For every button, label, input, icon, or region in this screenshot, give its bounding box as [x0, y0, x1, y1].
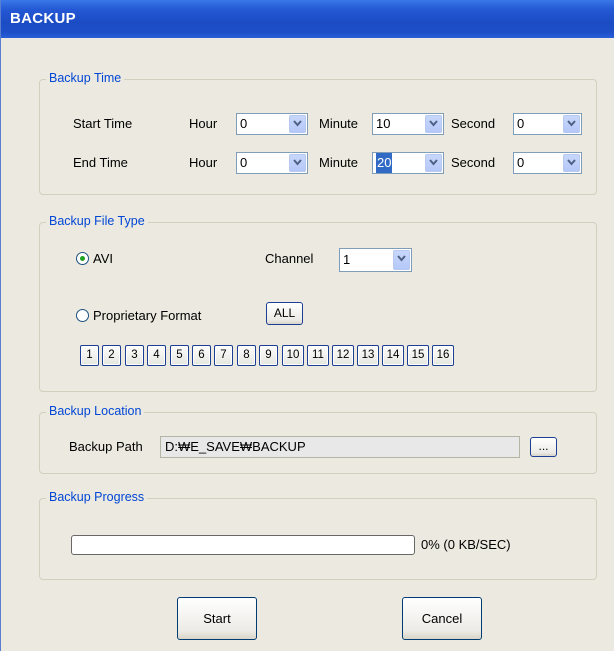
cancel-button-label: Cancel [421, 611, 463, 626]
channel-button-14[interactable]: 14 [382, 345, 404, 366]
channel-button-5[interactable]: 5 [170, 345, 189, 366]
start-button-label: Start [203, 611, 231, 626]
backup-path-field[interactable]: D:₩E_SAVE₩BACKUP [160, 436, 520, 458]
proprietary-label[interactable]: Proprietary Format [93, 307, 201, 325]
channel-value: 1 [343, 252, 351, 267]
proprietary-radio[interactable] [76, 309, 89, 322]
channel-button-8[interactable]: 8 [237, 345, 256, 366]
channel-button-1[interactable]: 1 [80, 345, 99, 366]
all-channels-button[interactable]: ALL [266, 302, 303, 325]
backup-progress-bar [71, 535, 415, 555]
avi-radio[interactable] [76, 252, 89, 265]
backup-location-legend: Backup Location [46, 404, 145, 418]
browse-button[interactable]: ... [530, 437, 557, 457]
end-time-label: End Time [73, 155, 128, 170]
file-type-legend: Backup File Type [46, 214, 148, 228]
chevron-down-icon[interactable] [563, 154, 580, 172]
chevron-down-icon[interactable] [425, 115, 442, 133]
channel-button-12[interactable]: 12 [332, 345, 354, 366]
channel-button-2[interactable]: 2 [102, 345, 121, 366]
chevron-down-icon[interactable] [393, 250, 410, 270]
channel-button-4[interactable]: 4 [147, 345, 166, 366]
start-second-select[interactable]: 0 [513, 113, 582, 135]
start-second-value: 0 [517, 116, 525, 131]
end-minute-select[interactable]: 20 [372, 152, 444, 174]
channel-select[interactable]: 1 [339, 248, 412, 272]
start-minute-value: 10 [376, 116, 391, 131]
chevron-down-icon[interactable] [289, 115, 306, 133]
channel-button-6[interactable]: 6 [192, 345, 211, 366]
all-button-label: ALL [273, 306, 296, 320]
backup-dialog: BACKUP Backup Time Start Time Hour 0 Min… [0, 0, 614, 651]
start-button[interactable]: Start [177, 597, 257, 640]
start-time-label: Start Time [73, 116, 133, 131]
channel-button-10[interactable]: 10 [282, 345, 304, 366]
start-minute-select[interactable]: 10 [372, 113, 444, 135]
end-second-value: 0 [517, 155, 525, 170]
channel-label: Channel [265, 251, 314, 266]
end-hour-value: 0 [240, 155, 248, 170]
avi-label[interactable]: AVI [93, 250, 113, 268]
channel-button-3[interactable]: 3 [125, 345, 144, 366]
channel-button-11[interactable]: 11 [307, 345, 329, 366]
start-hour-value: 0 [240, 116, 248, 131]
end-second-label: Second [451, 155, 496, 170]
cancel-button[interactable]: Cancel [402, 597, 482, 640]
backup-progress-legend: Backup Progress [46, 490, 148, 504]
channel-button-16[interactable]: 16 [432, 345, 454, 366]
chevron-down-icon[interactable] [563, 115, 580, 133]
start-hour-label: Hour [189, 116, 218, 131]
channel-button-15[interactable]: 15 [407, 345, 429, 366]
start-minute-label: Minute [319, 116, 359, 131]
backup-path-value: D:₩E_SAVE₩BACKUP [165, 439, 306, 454]
backup-time-legend: Backup Time [46, 71, 125, 85]
channel-button-7[interactable]: 7 [214, 345, 233, 366]
end-minute-label: Minute [319, 155, 359, 170]
backup-path-label: Backup Path [69, 439, 143, 454]
start-second-label: Second [451, 116, 496, 131]
end-hour-label: Hour [189, 155, 218, 170]
end-second-select[interactable]: 0 [513, 152, 582, 174]
window-title: BACKUP [10, 10, 76, 27]
end-hour-select[interactable]: 0 [236, 152, 308, 174]
radio-selected-dot [80, 256, 85, 261]
end-minute-value: 20 [376, 153, 393, 173]
backup-time-group: Backup Time [39, 71, 597, 195]
chevron-down-icon[interactable] [289, 154, 306, 172]
start-hour-select[interactable]: 0 [236, 113, 308, 135]
channel-button-9[interactable]: 9 [259, 345, 278, 366]
progress-status: 0% (0 KB/SEC) [421, 537, 511, 552]
title-bar: BACKUP [1, 0, 614, 38]
channel-button-13[interactable]: 13 [357, 345, 379, 366]
chevron-down-icon[interactable] [425, 154, 442, 172]
browse-button-label: ... [538, 439, 549, 453]
